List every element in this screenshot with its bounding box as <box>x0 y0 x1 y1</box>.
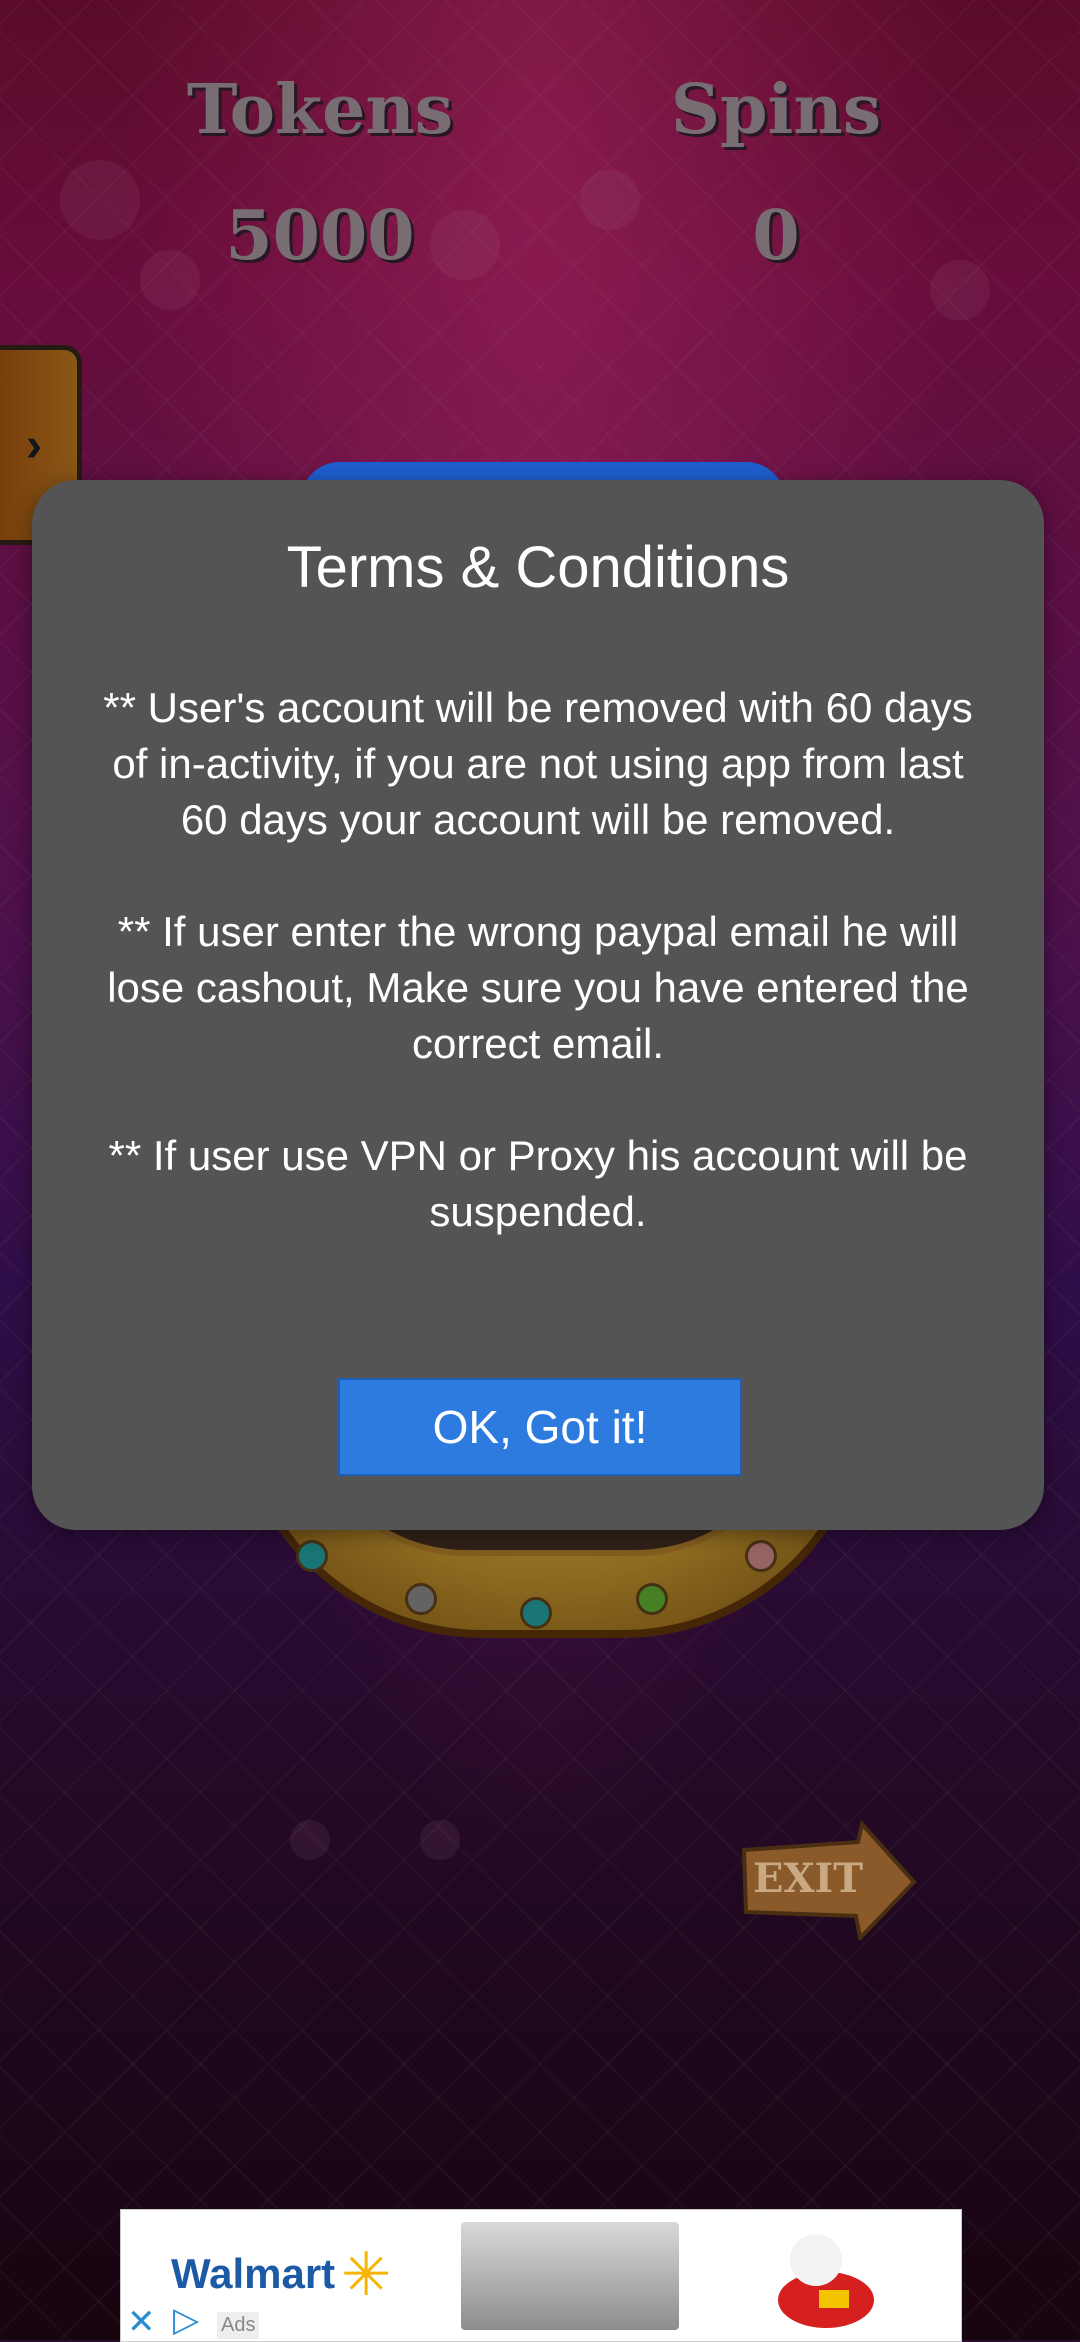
ad-product-bed <box>461 2222 679 2330</box>
ad-choices-icon[interactable]: ▷ <box>173 2300 199 2340</box>
ad-banner[interactable]: Walmart ✳ ✕ ▷ Ads <box>120 2209 962 2342</box>
exit-label: EXIT <box>753 1855 863 1902</box>
ad-brand: Walmart <box>171 2250 336 2297</box>
ad-product-slippers <box>778 2234 874 2328</box>
exit-sign[interactable]: EXIT <box>738 1820 918 1940</box>
dialog-title: Terms & Conditions <box>286 535 790 600</box>
terms-dialog: Terms & Conditions ** User's account wil… <box>32 480 1044 1530</box>
terms-text: ** User's account will be removed with 6… <box>92 680 984 1296</box>
walmart-spark-icon: ✳ <box>341 2241 392 2308</box>
term-item: ** User's account will be removed with 6… <box>103 684 973 843</box>
ok-button[interactable]: OK, Got it! <box>338 1378 742 1476</box>
ad-close-icon[interactable]: ✕ <box>127 2302 156 2342</box>
term-item: ** If user enter the wrong paypal email … <box>107 908 969 1067</box>
term-item: ** If user use VPN or Proxy his account … <box>108 1132 968 1235</box>
ad-label: Ads <box>217 2312 260 2339</box>
